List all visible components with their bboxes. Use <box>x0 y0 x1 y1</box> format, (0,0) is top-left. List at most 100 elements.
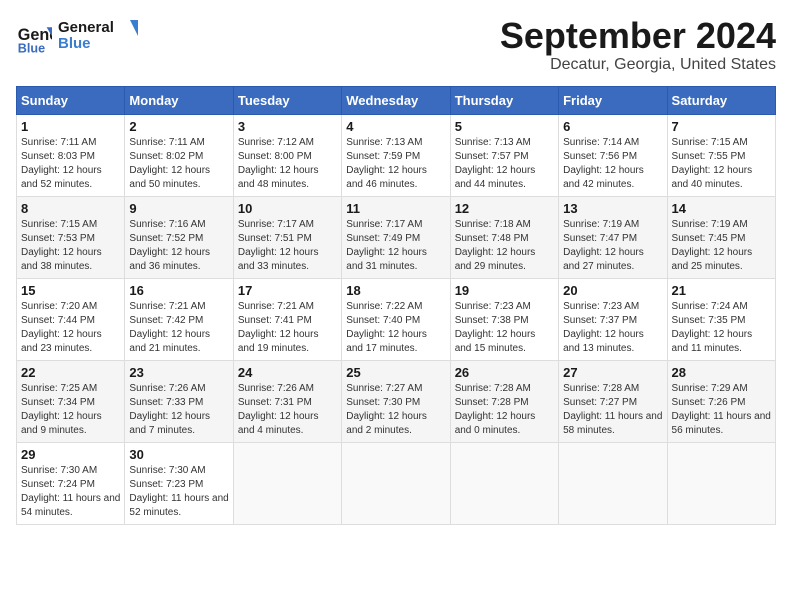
calendar-cell <box>667 442 775 524</box>
day-info: Sunrise: 7:13 AMSunset: 7:57 PMDaylight:… <box>455 136 554 192</box>
calendar-cell: 27 Sunrise: 7:28 AMSunset: 7:27 PMDaylig… <box>559 360 667 442</box>
title-area: September 2024 Decatur, Georgia, United … <box>500 16 776 74</box>
day-number: 13 <box>563 201 662 216</box>
day-info: Sunrise: 7:17 AMSunset: 7:51 PMDaylight:… <box>238 218 337 274</box>
calendar-cell: 13 Sunrise: 7:19 AMSunset: 7:47 PMDaylig… <box>559 196 667 278</box>
day-number: 16 <box>129 283 228 298</box>
calendar-cell: 11 Sunrise: 7:17 AMSunset: 7:49 PMDaylig… <box>342 196 450 278</box>
day-number: 28 <box>672 365 771 380</box>
logo: General Blue General Blue <box>16 16 138 60</box>
calendar-cell: 1 Sunrise: 7:11 AMSunset: 8:03 PMDayligh… <box>17 114 125 196</box>
week-row-3: 15 Sunrise: 7:20 AMSunset: 7:44 PMDaylig… <box>17 278 776 360</box>
week-row-5: 29 Sunrise: 7:30 AMSunset: 7:24 PMDaylig… <box>17 442 776 524</box>
calendar-cell: 4 Sunrise: 7:13 AMSunset: 7:59 PMDayligh… <box>342 114 450 196</box>
week-row-2: 8 Sunrise: 7:15 AMSunset: 7:53 PMDayligh… <box>17 196 776 278</box>
day-number: 7 <box>672 119 771 134</box>
svg-text:General: General <box>58 19 114 36</box>
day-info: Sunrise: 7:30 AMSunset: 7:23 PMDaylight:… <box>129 464 228 520</box>
day-number: 29 <box>21 447 120 462</box>
svg-text:Blue: Blue <box>58 35 91 52</box>
day-number: 25 <box>346 365 445 380</box>
day-number: 8 <box>21 201 120 216</box>
day-info: Sunrise: 7:12 AMSunset: 8:00 PMDaylight:… <box>238 136 337 192</box>
day-number: 14 <box>672 201 771 216</box>
day-info: Sunrise: 7:22 AMSunset: 7:40 PMDaylight:… <box>346 300 445 356</box>
calendar-cell: 29 Sunrise: 7:30 AMSunset: 7:24 PMDaylig… <box>17 442 125 524</box>
calendar-cell: 7 Sunrise: 7:15 AMSunset: 7:55 PMDayligh… <box>667 114 775 196</box>
day-number: 23 <box>129 365 228 380</box>
day-number: 1 <box>21 119 120 134</box>
header-friday: Friday <box>559 86 667 114</box>
calendar-body: 1 Sunrise: 7:11 AMSunset: 8:03 PMDayligh… <box>17 114 776 524</box>
location-title: Decatur, Georgia, United States <box>500 56 776 74</box>
day-info: Sunrise: 7:29 AMSunset: 7:26 PMDaylight:… <box>672 382 771 438</box>
calendar-cell: 6 Sunrise: 7:14 AMSunset: 7:56 PMDayligh… <box>559 114 667 196</box>
day-info: Sunrise: 7:26 AMSunset: 7:33 PMDaylight:… <box>129 382 228 438</box>
day-info: Sunrise: 7:18 AMSunset: 7:48 PMDaylight:… <box>455 218 554 274</box>
header-sunday: Sunday <box>17 86 125 114</box>
day-info: Sunrise: 7:24 AMSunset: 7:35 PMDaylight:… <box>672 300 771 356</box>
calendar-cell: 26 Sunrise: 7:28 AMSunset: 7:28 PMDaylig… <box>450 360 558 442</box>
day-info: Sunrise: 7:13 AMSunset: 7:59 PMDaylight:… <box>346 136 445 192</box>
header-thursday: Thursday <box>450 86 558 114</box>
day-number: 18 <box>346 283 445 298</box>
calendar-cell: 8 Sunrise: 7:15 AMSunset: 7:53 PMDayligh… <box>17 196 125 278</box>
day-number: 17 <box>238 283 337 298</box>
svg-text:Blue: Blue <box>18 41 45 55</box>
calendar-header: SundayMondayTuesdayWednesdayThursdayFrid… <box>17 86 776 114</box>
calendar-cell <box>559 442 667 524</box>
header: General Blue General Blue September 2024… <box>16 16 776 74</box>
day-number: 10 <box>238 201 337 216</box>
calendar-cell <box>342 442 450 524</box>
day-number: 20 <box>563 283 662 298</box>
header-saturday: Saturday <box>667 86 775 114</box>
calendar-cell: 28 Sunrise: 7:29 AMSunset: 7:26 PMDaylig… <box>667 360 775 442</box>
day-info: Sunrise: 7:19 AMSunset: 7:45 PMDaylight:… <box>672 218 771 274</box>
day-info: Sunrise: 7:20 AMSunset: 7:44 PMDaylight:… <box>21 300 120 356</box>
header-wednesday: Wednesday <box>342 86 450 114</box>
week-row-1: 1 Sunrise: 7:11 AMSunset: 8:03 PMDayligh… <box>17 114 776 196</box>
logo-text: General Blue <box>58 16 138 60</box>
day-info: Sunrise: 7:15 AMSunset: 7:55 PMDaylight:… <box>672 136 771 192</box>
day-info: Sunrise: 7:23 AMSunset: 7:38 PMDaylight:… <box>455 300 554 356</box>
calendar-cell: 3 Sunrise: 7:12 AMSunset: 8:00 PMDayligh… <box>233 114 341 196</box>
day-number: 9 <box>129 201 228 216</box>
calendar-cell: 10 Sunrise: 7:17 AMSunset: 7:51 PMDaylig… <box>233 196 341 278</box>
day-number: 27 <box>563 365 662 380</box>
calendar-cell: 23 Sunrise: 7:26 AMSunset: 7:33 PMDaylig… <box>125 360 233 442</box>
day-number: 11 <box>346 201 445 216</box>
calendar-cell: 19 Sunrise: 7:23 AMSunset: 7:38 PMDaylig… <box>450 278 558 360</box>
calendar-cell: 21 Sunrise: 7:24 AMSunset: 7:35 PMDaylig… <box>667 278 775 360</box>
day-info: Sunrise: 7:17 AMSunset: 7:49 PMDaylight:… <box>346 218 445 274</box>
day-info: Sunrise: 7:14 AMSunset: 7:56 PMDaylight:… <box>563 136 662 192</box>
day-number: 3 <box>238 119 337 134</box>
calendar-cell: 30 Sunrise: 7:30 AMSunset: 7:23 PMDaylig… <box>125 442 233 524</box>
day-info: Sunrise: 7:19 AMSunset: 7:47 PMDaylight:… <box>563 218 662 274</box>
day-number: 15 <box>21 283 120 298</box>
day-info: Sunrise: 7:21 AMSunset: 7:41 PMDaylight:… <box>238 300 337 356</box>
calendar-cell: 17 Sunrise: 7:21 AMSunset: 7:41 PMDaylig… <box>233 278 341 360</box>
day-number: 2 <box>129 119 228 134</box>
day-number: 6 <box>563 119 662 134</box>
calendar-cell: 24 Sunrise: 7:26 AMSunset: 7:31 PMDaylig… <box>233 360 341 442</box>
day-info: Sunrise: 7:27 AMSunset: 7:30 PMDaylight:… <box>346 382 445 438</box>
day-info: Sunrise: 7:11 AMSunset: 8:02 PMDaylight:… <box>129 136 228 192</box>
day-info: Sunrise: 7:26 AMSunset: 7:31 PMDaylight:… <box>238 382 337 438</box>
day-number: 5 <box>455 119 554 134</box>
day-number: 21 <box>672 283 771 298</box>
week-row-4: 22 Sunrise: 7:25 AMSunset: 7:34 PMDaylig… <box>17 360 776 442</box>
logo-icon: General Blue <box>16 20 52 56</box>
calendar-cell: 22 Sunrise: 7:25 AMSunset: 7:34 PMDaylig… <box>17 360 125 442</box>
header-monday: Monday <box>125 86 233 114</box>
calendar-cell: 14 Sunrise: 7:19 AMSunset: 7:45 PMDaylig… <box>667 196 775 278</box>
calendar-cell: 9 Sunrise: 7:16 AMSunset: 7:52 PMDayligh… <box>125 196 233 278</box>
day-number: 30 <box>129 447 228 462</box>
header-row: SundayMondayTuesdayWednesdayThursdayFrid… <box>17 86 776 114</box>
day-info: Sunrise: 7:28 AMSunset: 7:28 PMDaylight:… <box>455 382 554 438</box>
day-info: Sunrise: 7:11 AMSunset: 8:03 PMDaylight:… <box>21 136 120 192</box>
calendar-cell: 18 Sunrise: 7:22 AMSunset: 7:40 PMDaylig… <box>342 278 450 360</box>
day-info: Sunrise: 7:28 AMSunset: 7:27 PMDaylight:… <box>563 382 662 438</box>
calendar-cell: 12 Sunrise: 7:18 AMSunset: 7:48 PMDaylig… <box>450 196 558 278</box>
day-info: Sunrise: 7:21 AMSunset: 7:42 PMDaylight:… <box>129 300 228 356</box>
calendar-table: SundayMondayTuesdayWednesdayThursdayFrid… <box>16 86 776 525</box>
